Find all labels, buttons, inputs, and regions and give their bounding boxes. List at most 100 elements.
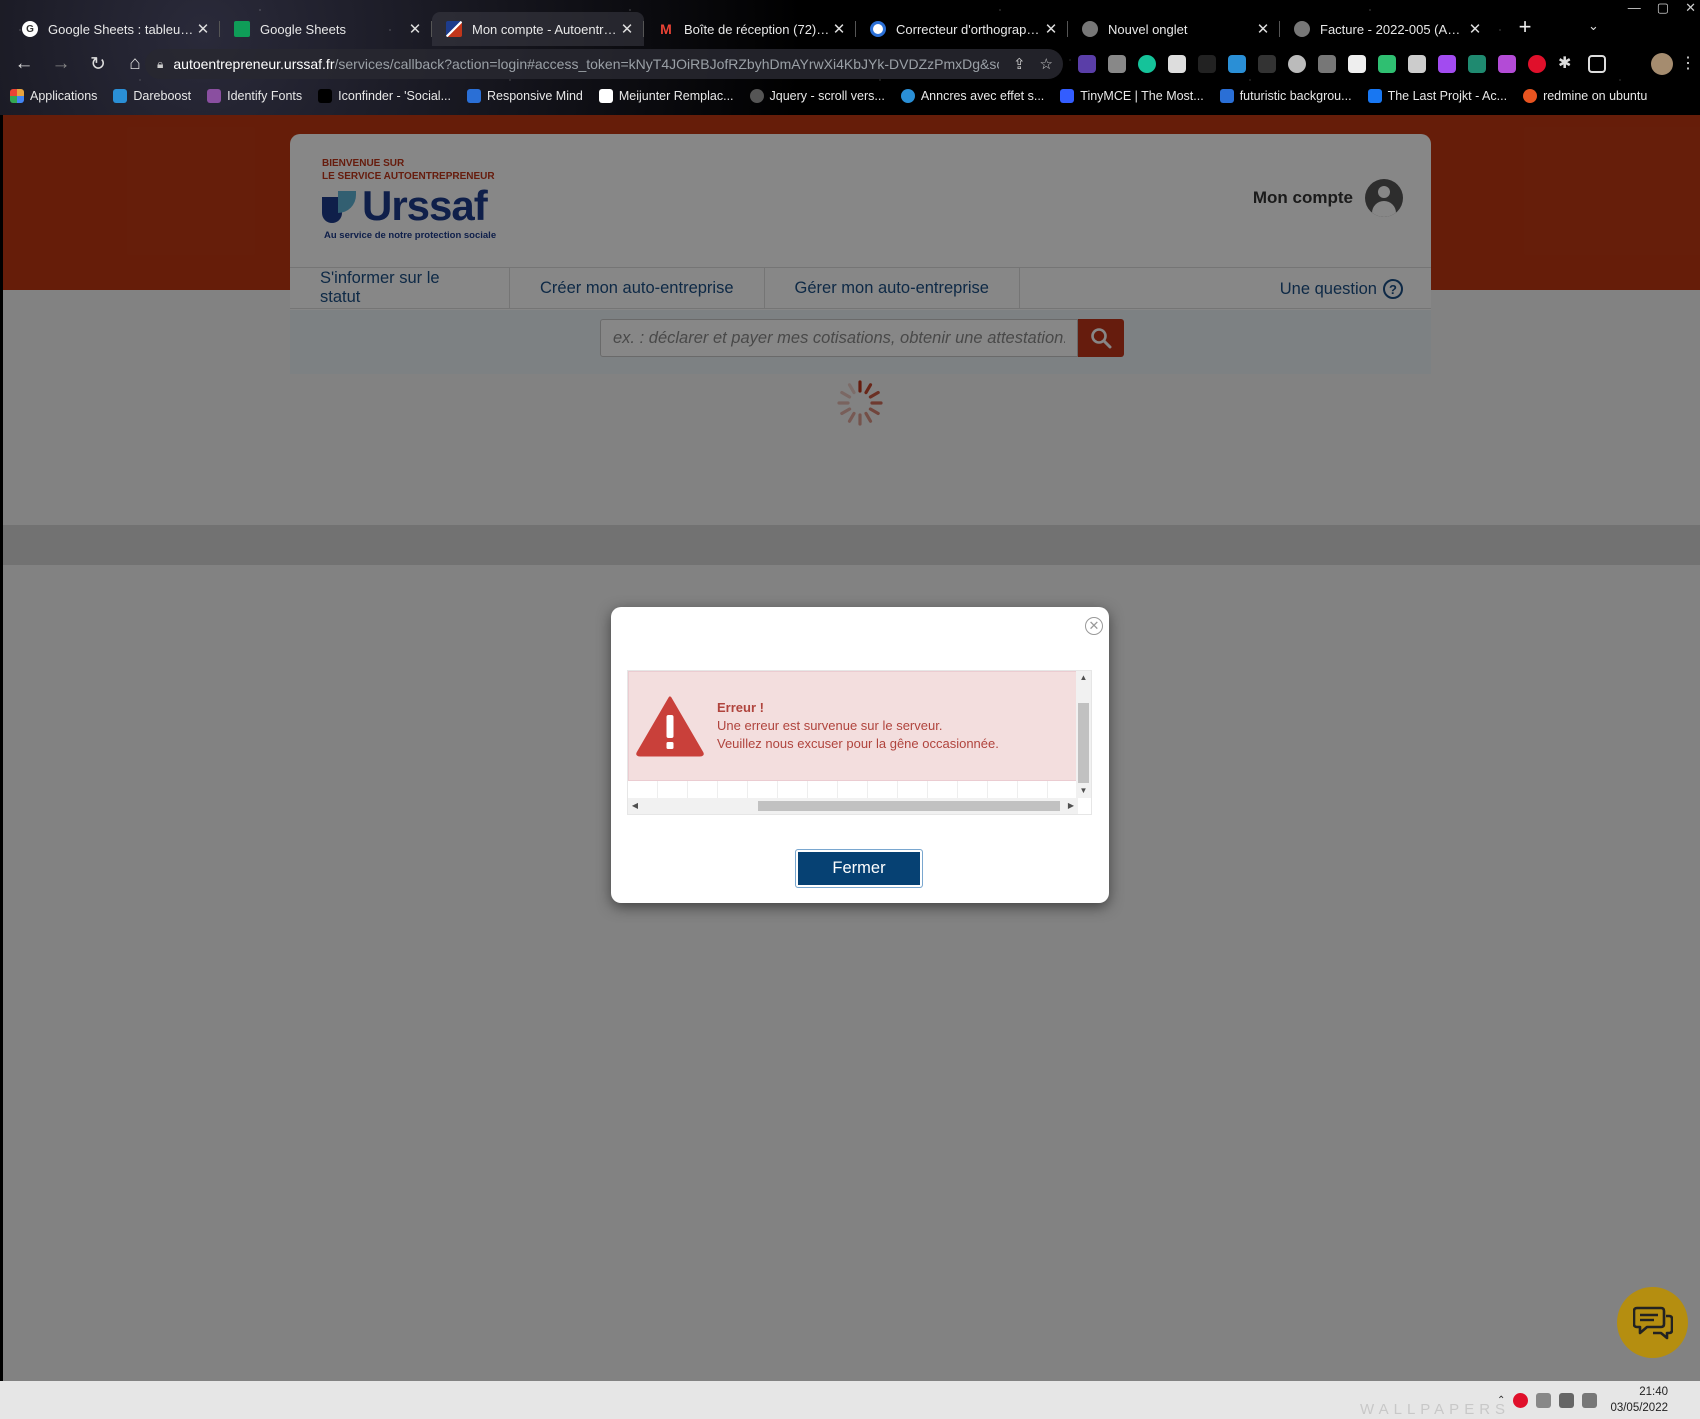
tab[interactable]: M Boîte de réception (72) - yo ✕: [644, 12, 856, 46]
close-tab-icon[interactable]: ✕: [1466, 20, 1484, 38]
bookmark[interactable]: Dareboost: [113, 89, 191, 103]
tray-expand-chevron-icon[interactable]: ⌃: [1497, 1395, 1505, 1406]
tab[interactable]: Correcteur d'orthographe e ✕: [856, 12, 1068, 46]
reload-icon[interactable]: ↻: [85, 51, 111, 77]
tab-search-chevron-icon[interactable]: ⌄: [1588, 18, 1599, 34]
close-tab-icon[interactable]: ✕: [194, 20, 212, 38]
lock-icon[interactable]: 🔒︎: [157, 57, 163, 72]
bookmark[interactable]: Meijunter Remplac...: [598, 89, 734, 103]
sheets-icon: [234, 21, 250, 37]
vertical-scrollbar[interactable]: ▲ ▼: [1076, 671, 1091, 798]
keyboard-icon[interactable]: [1582, 1393, 1598, 1408]
scroll-right-arrow-icon[interactable]: ▶: [1064, 798, 1078, 814]
speaker-icon[interactable]: [1559, 1393, 1575, 1408]
table-grid-fragment: [628, 781, 1078, 798]
share-icon[interactable]: ⇪: [1013, 55, 1026, 73]
wallpaper-watermark: WALLPAPERS: [1360, 1401, 1511, 1418]
kebab-menu-icon[interactable]: ⋮: [1680, 53, 1696, 73]
extension-icon[interactable]: [1228, 55, 1246, 73]
close-window-icon[interactable]: ✕: [1685, 0, 1696, 16]
tab-title: Facture - 2022-005 (Assista: [1320, 21, 1466, 37]
os-taskbar: WALLPAPERS ⌃ 21:40 03/05/2022: [0, 1381, 1700, 1419]
grammarly-icon[interactable]: [1138, 55, 1156, 73]
puzzle-icon[interactable]: ✱: [1558, 55, 1576, 73]
bookmark-star-icon[interactable]: ☆: [1040, 55, 1053, 73]
back-arrow-icon[interactable]: ←: [11, 51, 37, 77]
tab[interactable]: Google Sheets ✕: [220, 12, 432, 46]
globe-icon: [1082, 21, 1098, 37]
bookmark[interactable]: futuristic backgrou...: [1219, 89, 1352, 103]
close-tab-icon[interactable]: ✕: [406, 20, 424, 38]
extension-icon[interactable]: [1288, 55, 1306, 73]
bookmark[interactable]: Applications: [10, 89, 97, 103]
scroll-down-arrow-icon[interactable]: ▼: [1076, 784, 1091, 798]
scroll-left-arrow-icon[interactable]: ◀: [628, 798, 642, 814]
extension-icon[interactable]: [1108, 55, 1126, 73]
chat-button[interactable]: [1617, 1287, 1688, 1358]
tab[interactable]: Nouvel onglet ✕: [1068, 12, 1280, 46]
error-alert: Erreur ! Une erreur est survenue sur le …: [628, 671, 1078, 781]
camera-icon[interactable]: [1408, 55, 1426, 73]
warning-triangle-icon: [636, 696, 704, 757]
tab-title: Nouvel onglet: [1108, 21, 1188, 37]
system-clock[interactable]: 21:40 03/05/2022: [1610, 1384, 1668, 1416]
sidepanel-icon[interactable]: [1588, 55, 1606, 73]
tab-title: Boîte de réception (72) - yo: [684, 21, 830, 37]
profile-avatar[interactable]: [1651, 53, 1673, 75]
minimize-icon[interactable]: —: [1628, 0, 1641, 16]
tab-title: Google Sheets: [260, 21, 347, 37]
close-tab-icon[interactable]: ✕: [1042, 20, 1060, 38]
bookmark[interactable]: Responsive Mind: [467, 89, 583, 103]
bookmark[interactable]: Iconfinder - 'Social...: [318, 89, 451, 103]
tab-active[interactable]: Mon compte - Autoentrepre ✕: [432, 12, 644, 46]
adblock-icon[interactable]: [1528, 55, 1546, 73]
close-tab-icon[interactable]: ✕: [618, 20, 636, 38]
scrollbar-thumb[interactable]: [758, 801, 1060, 811]
bookmark[interactable]: Jquery - scroll vers...: [749, 89, 885, 103]
network-icon[interactable]: [1536, 1393, 1552, 1408]
extension-icon[interactable]: [1078, 55, 1096, 73]
bookmark[interactable]: redmine on ubuntu: [1523, 89, 1647, 103]
tinymce-icon: [1060, 89, 1075, 103]
bookmark[interactable]: TinyMCE | The Most...: [1060, 89, 1204, 103]
extension-icon[interactable]: [1468, 55, 1486, 73]
scrollbar-thumb[interactable]: [1078, 703, 1089, 783]
tab[interactable]: Facture - 2022-005 (Assista ✕: [1280, 12, 1492, 46]
globe-icon: [870, 21, 886, 37]
window-controls: — ▢ ✕: [1628, 0, 1696, 16]
close-tab-icon[interactable]: ✕: [1254, 20, 1272, 38]
extension-icon[interactable]: [1318, 55, 1336, 73]
extension-icon[interactable]: [1498, 55, 1516, 73]
forward-arrow-icon[interactable]: →: [48, 51, 74, 77]
scroll-up-arrow-icon[interactable]: ▲: [1076, 671, 1091, 685]
new-tab-button[interactable]: +: [1512, 14, 1538, 40]
tab[interactable]: G Google Sheets : tableur en l ✕: [8, 12, 220, 46]
extension-icon[interactable]: [1198, 55, 1216, 73]
gmail-notifier-icon[interactable]: [1513, 1393, 1529, 1408]
horizontal-scrollbar[interactable]: ◀ ▶: [628, 798, 1078, 814]
bookmark[interactable]: The Last Projkt - Ac...: [1367, 89, 1507, 103]
clock-time: 21:40: [1639, 1386, 1668, 1398]
error-message-line: Une erreur est survenue sur le serveur.: [717, 718, 943, 733]
globe-icon: [1294, 21, 1310, 37]
extension-icon[interactable]: [1258, 55, 1276, 73]
close-tab-icon[interactable]: ✕: [830, 20, 848, 38]
ubuntu-icon: [1523, 89, 1538, 103]
bookmark-favicon-icon: [113, 89, 128, 103]
tab-title: Mon compte - Autoentrepre: [472, 21, 618, 37]
bookmark-favicon-icon: [467, 89, 481, 103]
urssaf-icon: [446, 21, 462, 37]
close-icon[interactable]: ✕: [1085, 617, 1103, 635]
extensions-toolbar: ✱: [1078, 55, 1606, 73]
maximize-icon[interactable]: ▢: [1657, 0, 1669, 16]
error-modal: ✕ Erreur ! Une erreur est survenue sur l…: [611, 607, 1109, 903]
extension-icon[interactable]: [1348, 55, 1366, 73]
bookmark[interactable]: Identify Fonts: [207, 89, 302, 103]
address-bar[interactable]: 🔒︎ autoentrepreneur.urssaf.fr /services/…: [145, 49, 1063, 79]
extension-icon[interactable]: [1378, 55, 1396, 73]
bookmark[interactable]: Anncres avec effet s...: [900, 89, 1044, 103]
extension-icon[interactable]: [1168, 55, 1186, 73]
extension-icon[interactable]: [1438, 55, 1456, 73]
fermer-button[interactable]: Fermer: [795, 849, 923, 888]
amazon-icon: [598, 89, 613, 103]
